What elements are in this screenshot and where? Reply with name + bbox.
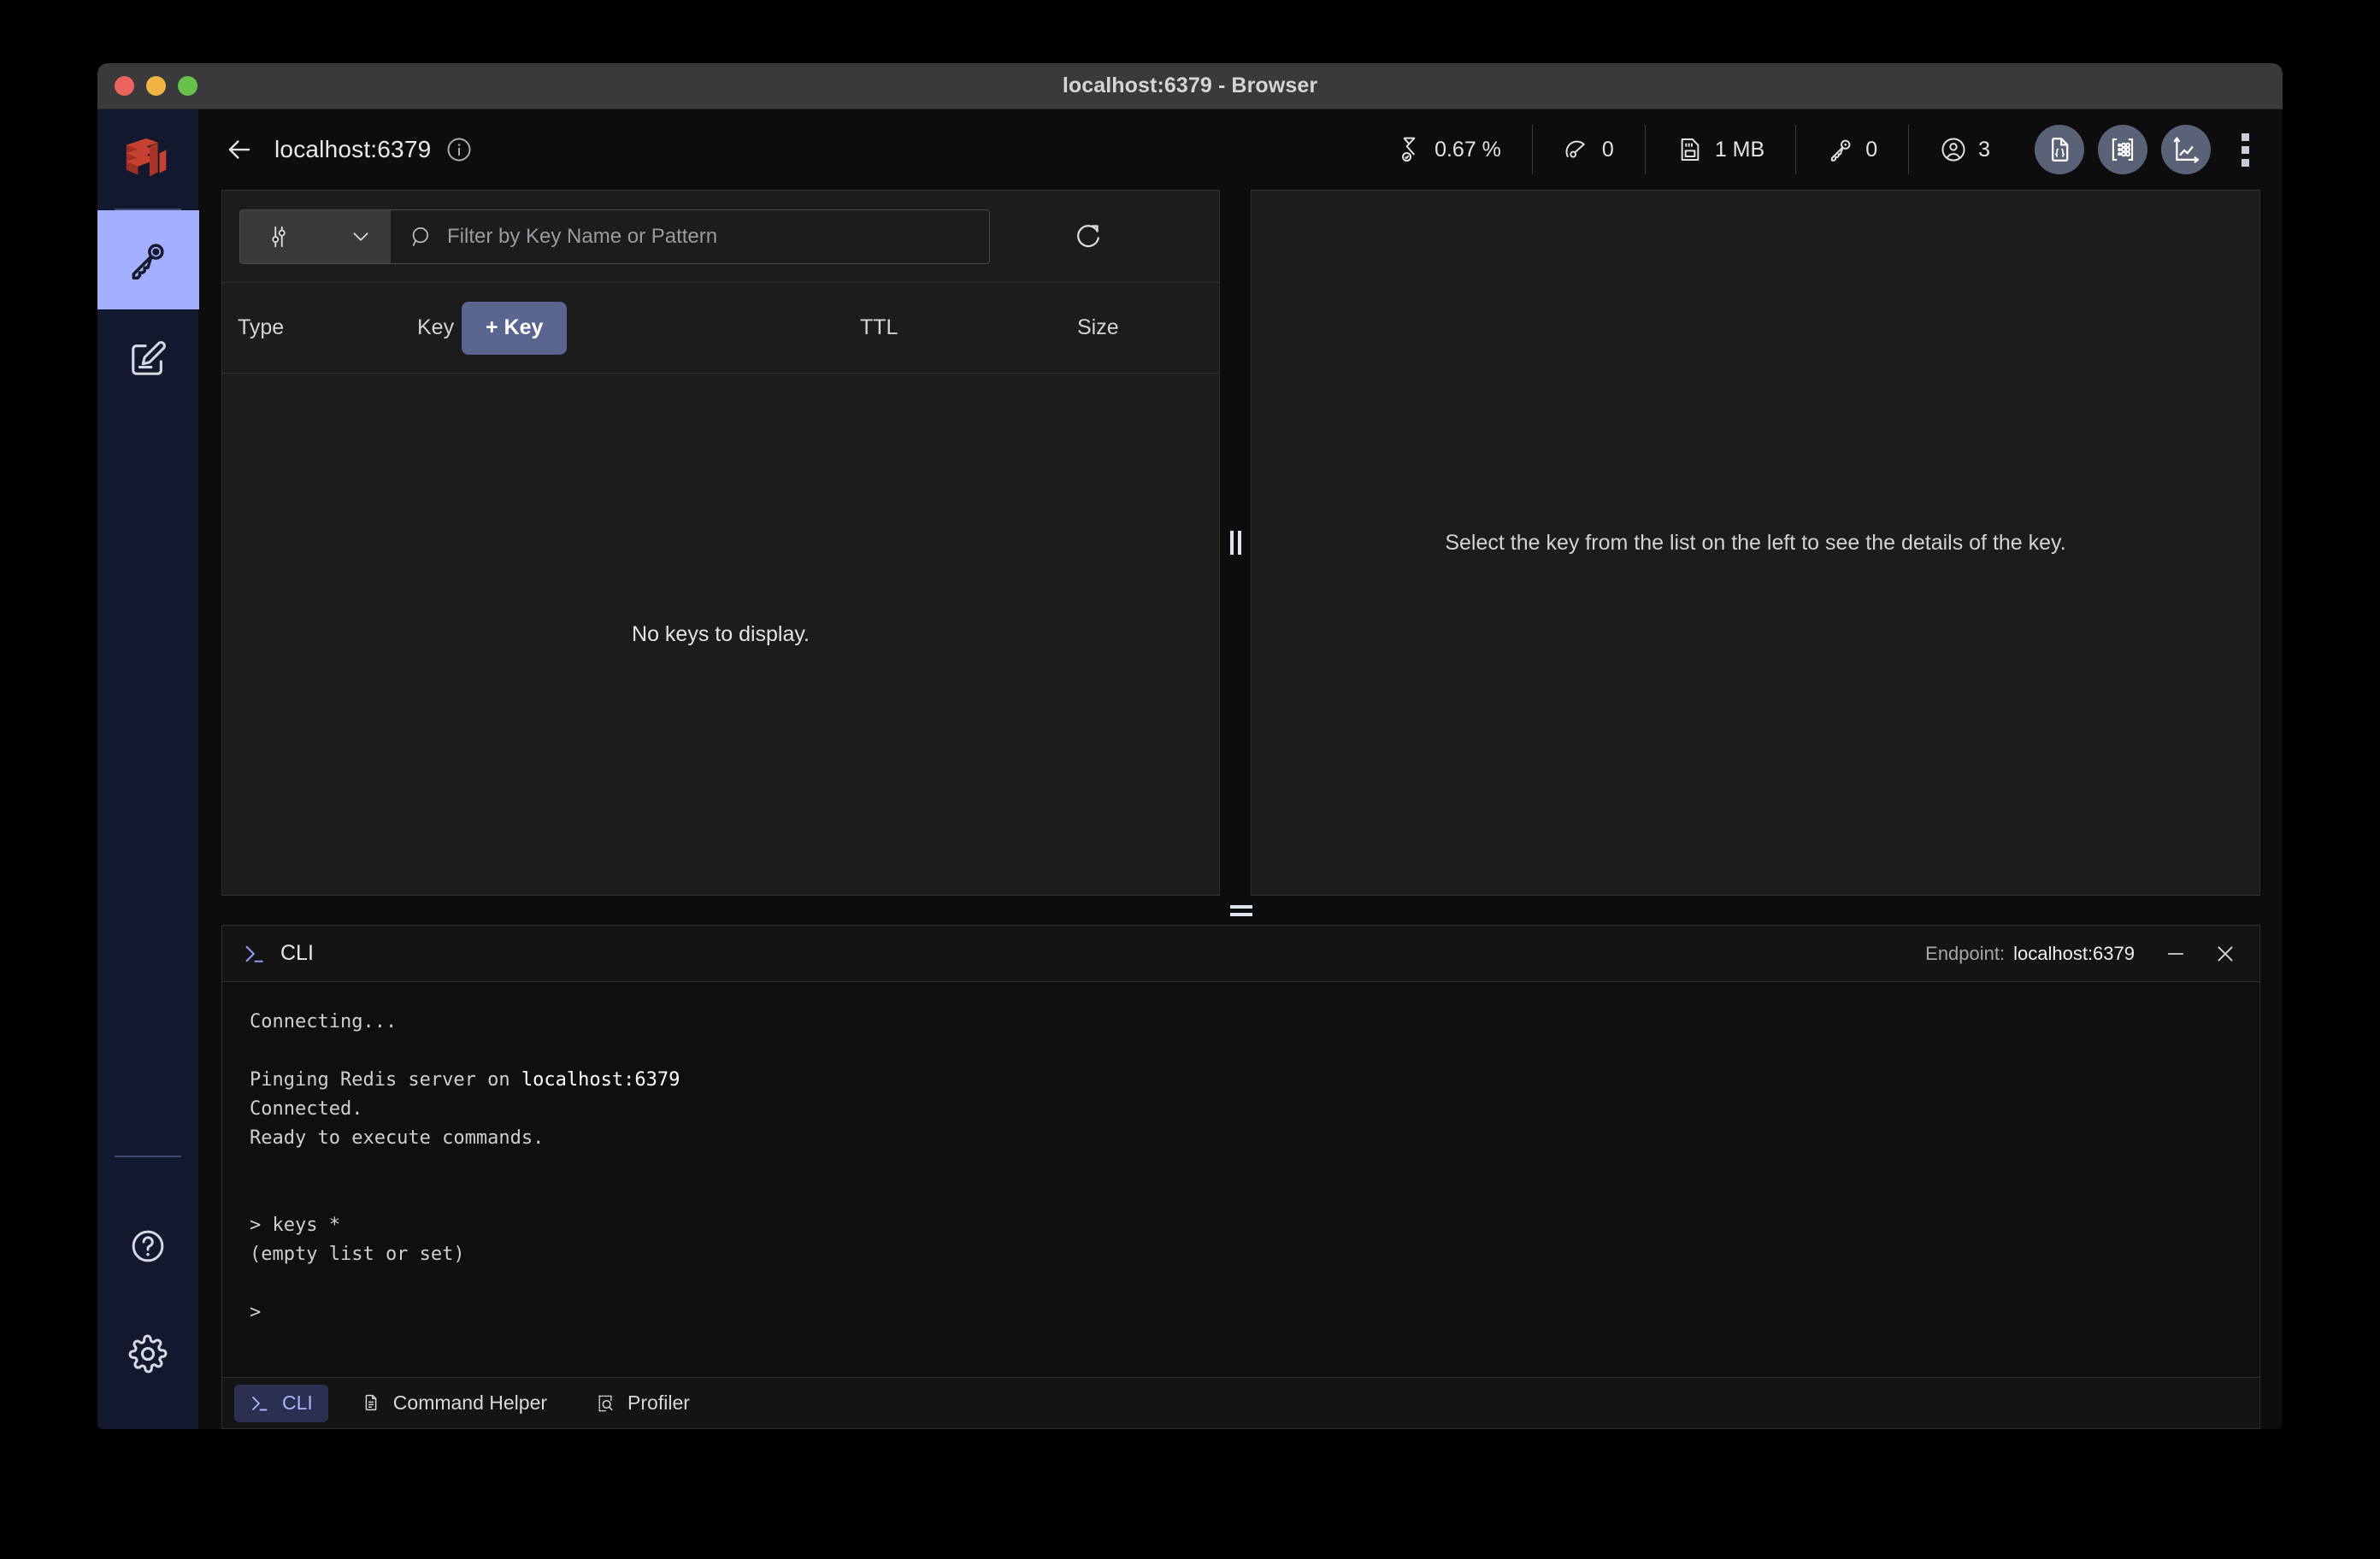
terminal-icon: [250, 1393, 270, 1414]
column-header-size[interactable]: Size: [1077, 315, 1119, 340]
hourglass-icon: [1396, 136, 1423, 163]
cli-minimize-button[interactable]: [2164, 942, 2188, 966]
json-document-button[interactable]: [2035, 125, 2084, 174]
tab-profiler-label: Profiler: [627, 1391, 690, 1414]
cli-endpoint-value: localhost:6379: [2013, 942, 2135, 964]
sidebar-item-workbench[interactable]: [97, 309, 199, 409]
resize-grip-icon: [1229, 904, 1252, 916]
cli-output-line: [250, 1182, 2232, 1211]
window-title: localhost:6379 - Browser: [1062, 74, 1318, 97]
cli-output-line: Pinging Redis server on localhost:6379: [250, 1069, 680, 1091]
metric-keys-value: 0: [1865, 137, 1878, 162]
maximize-window-button[interactable]: [178, 76, 197, 96]
cli-output-line: >: [250, 1302, 262, 1323]
cli-panel: CLI Endpoint: localhost:6379 Connecting.…: [221, 925, 2260, 1429]
gauge-icon: [1564, 136, 1591, 163]
metric-clients-value: 3: [1978, 137, 1990, 162]
search-input[interactable]: [447, 224, 974, 249]
line-chart-button[interactable]: [2161, 125, 2211, 174]
back-button[interactable]: [220, 130, 259, 169]
sidebar-item-browser[interactable]: [97, 210, 199, 309]
metric-clients[interactable]: 3: [1909, 125, 2021, 174]
cli-output[interactable]: Connecting... Pinging Redis server on lo…: [222, 982, 2259, 1377]
chevron-down-icon: [350, 226, 372, 248]
sidebar-divider-bottom: [115, 1156, 181, 1157]
vertical-resize-handle[interactable]: [1220, 190, 1251, 896]
metric-memory[interactable]: 1 MB: [1646, 125, 1795, 174]
browser-area: Type Key TTL Size + Key No keys to displ…: [199, 190, 2283, 896]
tab-cli-label: CLI: [282, 1391, 313, 1414]
column-header-type[interactable]: Type: [238, 315, 284, 340]
window-titlebar: localhost:6379 - Browser: [97, 63, 2283, 109]
cli-output-line: > keys *: [250, 1215, 340, 1236]
filter-bar: [222, 191, 1219, 283]
sidebar-item-help[interactable]: [129, 1205, 167, 1287]
terminal-icon: [243, 942, 267, 966]
tab-command-helper-label: Command Helper: [392, 1391, 548, 1414]
info-circle-icon[interactable]: [446, 137, 472, 162]
sidebar-item-settings[interactable]: [128, 1313, 168, 1395]
matrix-grid-button[interactable]: [2098, 125, 2147, 174]
overflow-menu-button[interactable]: [2226, 125, 2264, 174]
metric-cpu[interactable]: 0.67 %: [1365, 125, 1532, 174]
cli-header: CLI Endpoint: localhost:6379: [222, 926, 2259, 982]
filter-control: [239, 209, 990, 264]
cli-output-line: Connected.: [250, 1098, 363, 1120]
app-window: localhost:6379 - Browser localhost:6379 …: [97, 63, 2283, 1429]
cli-output-line: Connecting...: [250, 1011, 398, 1032]
horizontal-resize-handle[interactable]: [199, 896, 2283, 925]
refresh-button[interactable]: [1074, 222, 1103, 251]
top-toolbar: localhost:6379 0.67 % 0 1 MB 0 3: [199, 109, 2283, 190]
metric-commands[interactable]: 0: [1533, 125, 1645, 174]
minimize-window-button[interactable]: [146, 76, 166, 96]
document-icon: [361, 1393, 381, 1414]
cli-output-line: [250, 1037, 2232, 1066]
cli-output-line: [250, 1269, 2232, 1298]
filter-input-wrapper: [391, 209, 989, 263]
vertical-dots-icon: [2241, 132, 2249, 141]
close-window-button[interactable]: [115, 76, 134, 96]
cli-output-line: (empty list or set): [250, 1244, 465, 1265]
database-name: localhost:6379: [274, 136, 432, 162]
empty-keys-message: No keys to display.: [632, 621, 810, 646]
column-header-ttl[interactable]: TTL: [860, 315, 898, 340]
keys-list-panel: Type Key TTL Size + Key No keys to displ…: [221, 190, 1220, 896]
vertical-dots-icon: [2241, 145, 2249, 154]
traffic-lights: [115, 76, 197, 96]
key-icon: [1827, 136, 1854, 163]
keys-table-header: Type Key TTL Size + Key: [222, 283, 1219, 374]
tab-command-helper[interactable]: Command Helper: [345, 1385, 563, 1422]
memory-card-icon: [1676, 136, 1704, 163]
cli-tab-bar: CLI Command Helper Profiler: [222, 1377, 2259, 1428]
sidebar: [97, 109, 199, 1429]
filter-type-select[interactable]: [240, 209, 391, 263]
metric-commands-value: 0: [1601, 137, 1614, 162]
tab-cli[interactable]: CLI: [234, 1384, 328, 1422]
user-circle-icon: [1940, 136, 1967, 163]
metric-memory-value: 1 MB: [1714, 137, 1765, 162]
cli-close-button[interactable]: [2213, 942, 2237, 966]
keys-list-body: No keys to display.: [222, 374, 1219, 895]
vertical-dots-icon: [2241, 158, 2249, 167]
redis-logo-icon[interactable]: [121, 133, 174, 186]
resize-grip-icon: [1229, 531, 1241, 555]
main-content: localhost:6379 0.67 % 0 1 MB 0 3 Filter …: [199, 109, 2283, 1429]
cli-endpoint-label: Endpoint:: [1925, 942, 2006, 964]
metric-cpu-value: 0.67 %: [1434, 137, 1501, 162]
add-key-button[interactable]: + Key: [462, 301, 568, 355]
profiler-icon: [595, 1393, 616, 1414]
cli-output-line: [250, 1153, 2232, 1182]
sliders-icon: [266, 224, 292, 250]
column-header-key[interactable]: Key: [417, 315, 454, 340]
key-details-panel: Select the key from the list on the left…: [1251, 190, 2260, 896]
metric-keys[interactable]: 0: [1796, 125, 1908, 174]
cli-title: CLI: [280, 941, 314, 965]
cli-output-line: Ready to execute commands.: [250, 1127, 545, 1149]
tab-profiler[interactable]: Profiler: [580, 1385, 705, 1422]
empty-details-message: Select the key from the list on the left…: [1445, 530, 2066, 555]
sidebar-bottom-group: [115, 1156, 181, 1429]
cli-output-endpoint: localhost:6379: [521, 1069, 680, 1091]
search-icon: [409, 225, 433, 249]
